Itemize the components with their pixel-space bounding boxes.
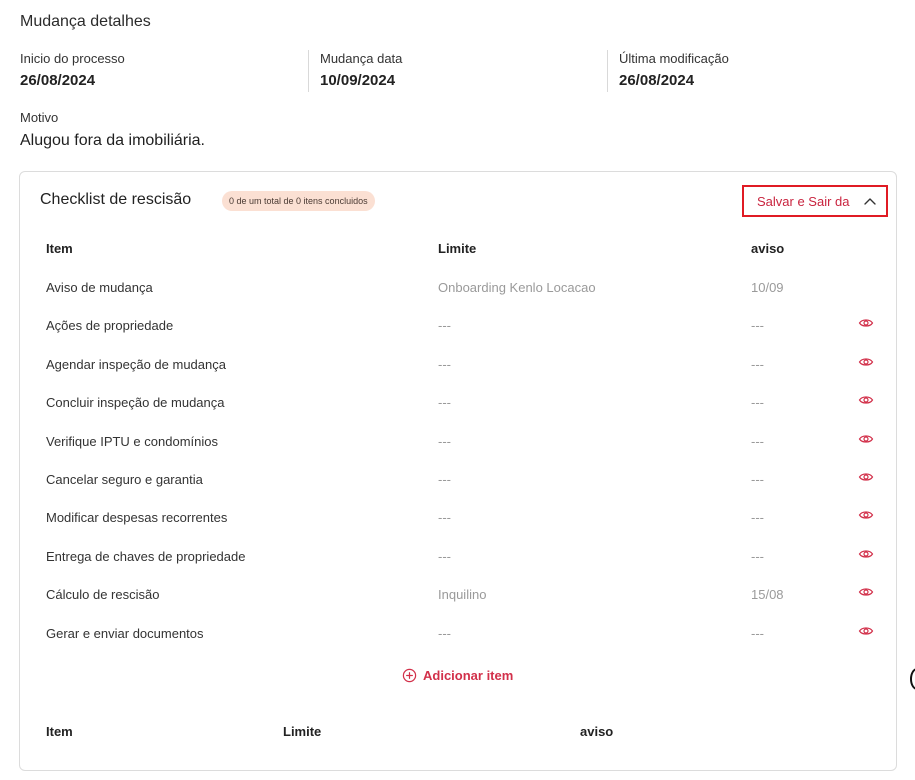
status-badge: 0 de um total de 0 itens concluidos [222, 191, 375, 211]
row-aviso: --- [751, 318, 764, 334]
row-limite: --- [438, 356, 451, 372]
inicio-label: Inicio do processo [20, 51, 125, 66]
row-aviso: --- [751, 510, 764, 526]
row-limite: --- [438, 548, 451, 564]
table-row: Agendar inspeção de mudança --- --- [20, 357, 898, 395]
table-row: Ações de propriedade --- --- [20, 318, 898, 356]
info-inicio: Inicio do processo 26/08/2024 [20, 50, 125, 92]
info-ultima: Última modificação 26/08/2024 [607, 50, 729, 92]
motivo-label: Motivo [20, 110, 59, 125]
ultima-label: Última modificação [619, 51, 729, 66]
table-row: Entrega de chaves de propriedade --- --- [20, 549, 898, 587]
save-and-exit-label: Salvar e Sair da [757, 193, 850, 209]
row-aviso: 15/08 [751, 587, 784, 603]
column-header-aviso: aviso [751, 241, 785, 256]
checklist-title: Checklist de rescisão [40, 191, 192, 208]
row-aviso: --- [751, 548, 764, 564]
eye-icon[interactable] [858, 356, 874, 368]
details-title: Mudança detalhes [20, 13, 151, 30]
table-row: Gerar e enviar documentos --- --- [20, 626, 898, 664]
eye-icon[interactable] [858, 548, 874, 560]
row-limite: --- [438, 318, 451, 334]
row-limite: --- [438, 510, 451, 526]
row-aviso: --- [751, 433, 764, 449]
eye-icon[interactable] [858, 471, 874, 483]
eye-icon[interactable] [858, 509, 874, 521]
table-row: Modificar despesas recorrentes --- --- [20, 510, 898, 548]
checklist-card: Checklist de rescisão 0 de um total de 0… [19, 171, 897, 771]
row-item: Agendar inspeção de mudança [46, 356, 226, 372]
eye-icon[interactable] [858, 317, 874, 329]
save-and-exit-button[interactable]: Salvar e Sair da [742, 185, 888, 217]
table-row: Verifique IPTU e condomínios --- --- [20, 434, 898, 472]
row-item: Concluir inspeção de mudança [46, 395, 225, 411]
column-header-limite: Limite [438, 241, 477, 256]
table-row: Aviso de mudança Onboarding Kenlo Locacao… [20, 280, 898, 318]
row-item: Aviso de mudança [46, 280, 153, 295]
row-item: Cálculo de rescisão [46, 587, 160, 603]
row-item: Ações de propriedade [46, 318, 174, 334]
row-limite: Inquilino [438, 587, 487, 603]
footer-column-item: Item [46, 724, 73, 739]
eye-icon[interactable] [858, 394, 874, 406]
row-aviso: --- [751, 395, 764, 411]
footer-column-aviso: aviso [580, 724, 614, 739]
plus-circle-icon [402, 668, 417, 683]
mudanca-value: 10/09/2024 [320, 72, 396, 89]
row-aviso: --- [751, 472, 764, 487]
table-row: Cálculo de rescisão Inquilino 15/08 [20, 587, 898, 625]
mudanca-label: Mudança data [320, 51, 403, 66]
chevron-up-icon [864, 198, 876, 205]
row-aviso: 10/09 [751, 280, 784, 295]
row-limite: --- [438, 472, 451, 487]
inicio-value: 26/08/2024 [20, 72, 96, 89]
table-row: Cancelar seguro e garantia --- --- [20, 472, 898, 510]
row-item: Entrega de chaves de propriedade [46, 548, 246, 564]
row-limite: --- [438, 395, 451, 411]
cursor-edge-mark [910, 668, 915, 690]
row-limite: --- [438, 625, 451, 641]
motivo-value: Alugou fora da imobiliária. [20, 132, 205, 149]
row-item: Cancelar seguro e garantia [46, 472, 203, 487]
row-limite: --- [438, 433, 451, 449]
row-item: Verifique IPTU e condomínios [46, 433, 218, 449]
row-aviso: --- [751, 625, 764, 641]
eye-icon[interactable] [858, 433, 874, 445]
row-item: Modificar despesas recorrentes [46, 510, 228, 526]
info-mudanca: Mudança data 10/09/2024 [308, 50, 402, 92]
table-row: Concluir inspeção de mudança --- --- [20, 395, 898, 433]
row-limite: Onboarding Kenlo Locacao [438, 280, 596, 295]
eye-icon[interactable] [858, 586, 874, 598]
column-header-item: Item [46, 241, 73, 256]
ultima-value: 26/08/2024 [619, 72, 695, 89]
add-item-label: Adicionar item [423, 668, 514, 683]
footer-column-limite: Limite [283, 724, 322, 739]
add-item-button[interactable]: Adicionar item [402, 668, 513, 683]
eye-icon[interactable] [858, 625, 874, 637]
row-aviso: --- [751, 356, 764, 372]
row-item: Gerar e enviar documentos [46, 625, 204, 641]
